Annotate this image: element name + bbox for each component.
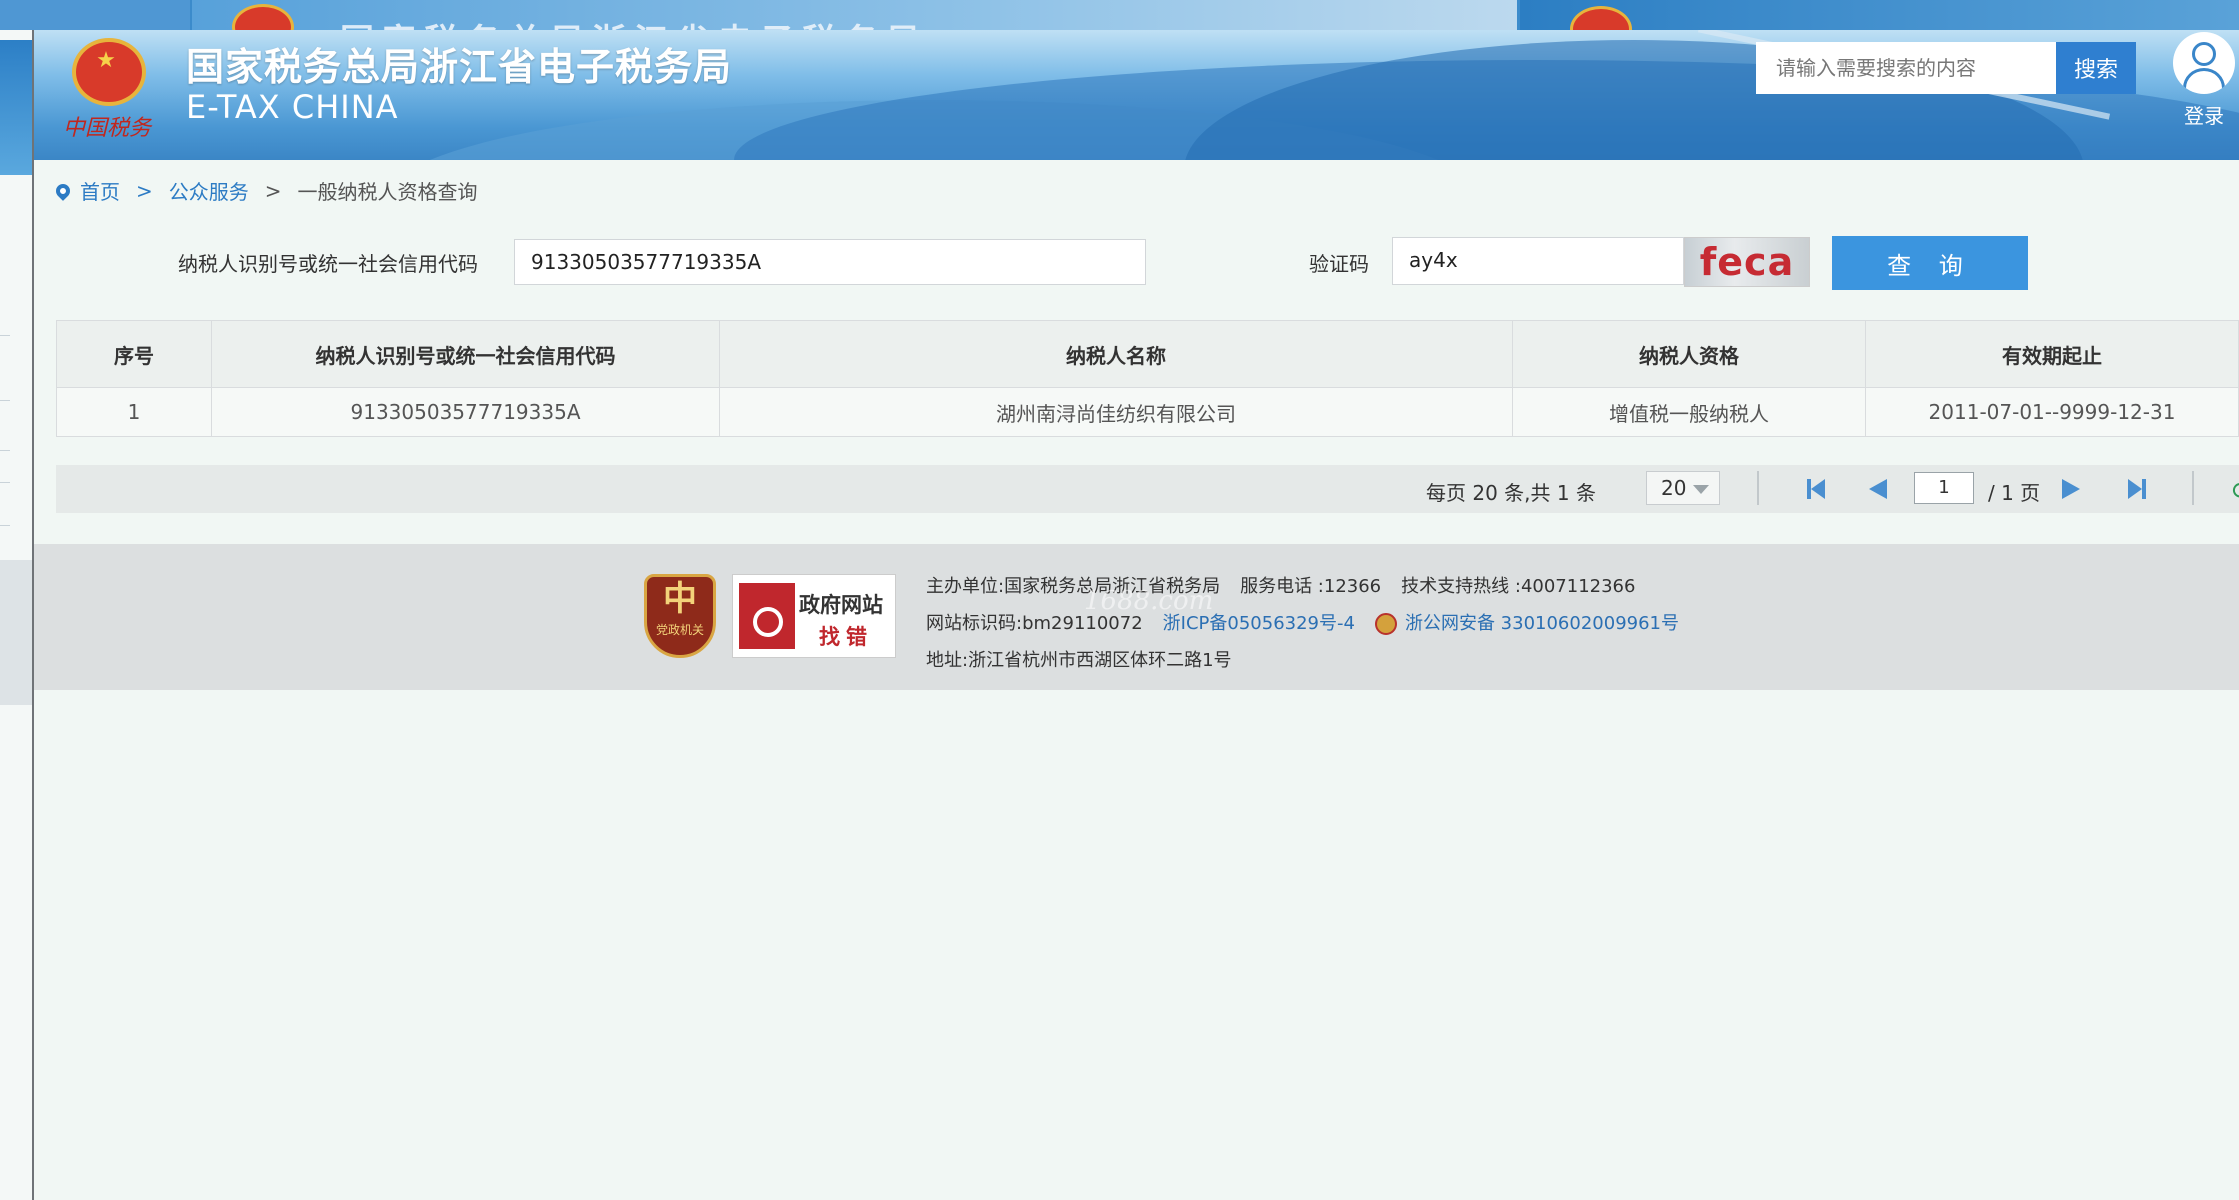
cell-taxpayer-name: 湖州南浔尚佳纺织有限公司 (719, 387, 1513, 437)
star-icon: ★ (96, 48, 116, 73)
tax-emblem-logo[interactable]: ★ 中国税务 (62, 38, 152, 141)
location-pin-icon (53, 180, 73, 201)
page-number-input[interactable]: 1 (1914, 472, 1974, 504)
watermark: 1688.com (1084, 586, 1214, 616)
next-page-icon[interactable] (2062, 479, 2080, 499)
breadcrumb: 首页 > 公众服务 > 一般纳税人资格查询 (53, 176, 478, 205)
breadcrumb-section-link[interactable]: 公众服务 (169, 176, 249, 205)
table-header-row: 序号 纳税人识别号或统一社会信用代码 纳税人名称 纳税人资格 有效期起止 (56, 320, 2239, 388)
site-search: 搜索 (1756, 42, 2136, 94)
captcha-image[interactable]: feca (1684, 237, 1810, 287)
search-input[interactable] (1756, 42, 2056, 94)
cell-taxpayer-id: 91330503577719335A (211, 387, 720, 437)
background-window-top: 国家税务总局浙江省电子税务局 (0, 0, 2239, 30)
background-window-panel (0, 560, 32, 705)
refresh-icon[interactable]: ⟳ (2232, 477, 2239, 505)
taxpayer-id-label: 纳税人识别号或统一社会信用代码 (178, 252, 478, 276)
brand-script: 中国税务 (62, 116, 151, 141)
magnifier-icon (753, 607, 783, 637)
column-header-taxpayer-id: 纳税人识别号或统一社会信用代码 (211, 320, 720, 388)
pagination-summary: 每页 20 条,共 1 条 (1426, 481, 1596, 505)
public-security-link[interactable]: 浙公网安备 33010602009961号 (1405, 613, 1679, 634)
first-page-icon[interactable] (1807, 479, 1827, 499)
site-title: 国家税务总局浙江省电子税务局 (186, 45, 733, 89)
gov-site-error-report-badge[interactable]: 政府网站 找错 (732, 574, 896, 658)
cell-qualification: 增值税一般纳税人 (1512, 387, 1866, 437)
footer-address-line: 地址:浙江省杭州市西湖区体环二路1号 (926, 650, 1232, 671)
user-icon (2173, 32, 2235, 94)
total-pages: / 1 页 (1988, 481, 2041, 505)
prev-page-icon[interactable] (1869, 479, 1887, 499)
column-header-taxpayer-name: 纳税人名称 (719, 320, 1513, 388)
badge-emblem-icon: 中 (663, 579, 697, 619)
police-badge-icon (1374, 613, 1397, 635)
captcha-input[interactable]: ay4x (1392, 237, 1684, 285)
chevron-down-icon (1693, 485, 1709, 494)
login-label: 登录 (2184, 104, 2224, 128)
breadcrumb-current: 一般纳税人资格查询 (297, 180, 478, 204)
result-table: 序号 纳税人识别号或统一社会信用代码 纳税人名称 纳税人资格 有效期起止 1 9… (56, 320, 2239, 437)
footer-support: 4007112366 (1520, 576, 1636, 597)
site-header: ★ 中国税务 国家税务总局浙江省电子税务局 E-TAX CHINA 搜索 登录 (34, 30, 2239, 160)
footer-phone: 12366 (1323, 576, 1382, 597)
page-size-value: 20 (1661, 476, 1687, 500)
pager-divider (2192, 471, 2194, 505)
background-window-edge (0, 0, 34, 1200)
login-button[interactable]: 登录 (2170, 32, 2238, 132)
taxpayer-id-input[interactable]: 91330503577719335A (514, 239, 1146, 285)
footer-host-line: 主办单位:国家税务总局浙江省税务局 服务电话 :12366 技术支持热线 :4007… (926, 576, 1636, 597)
breadcrumb-separator: > (136, 178, 153, 203)
breadcrumb-separator: > (264, 178, 282, 203)
captcha-label: 验证码 (1309, 252, 1369, 276)
query-button[interactable]: 查 询 (1832, 236, 2028, 290)
background-window-title: 国家税务总局浙江省电子税务局 (340, 14, 928, 30)
column-header-qualification: 纳税人资格 (1512, 320, 1866, 388)
badge-label: 党政机关 (655, 623, 704, 637)
table-row: 1 91330503577719335A 湖州南浔尚佳纺织有限公司 增值税一般纳… (56, 387, 2239, 437)
site-subtitle: E-TAX CHINA (186, 88, 399, 126)
footer-registration-line: 网站标识码:bm29110072 浙ICP备05056329号-4 浙公网安备 33… (926, 613, 1680, 635)
column-header-index: 序号 (56, 320, 212, 388)
icp-link[interactable]: 浙ICP备05056329号-4 (1163, 613, 1355, 634)
footer-site-id: bm29110072 (1022, 613, 1143, 634)
background-window-header (0, 40, 32, 175)
column-header-validity: 有效期起止 (1865, 320, 2239, 388)
footer-address: 浙江省杭州市西湖区体环二路1号 (968, 650, 1232, 671)
cell-validity: 2011-07-01--9999-12-31 (1865, 387, 2239, 437)
breadcrumb-home-link[interactable]: 首页 (80, 176, 120, 205)
badge-subtitle: 找错 (819, 625, 873, 649)
party-government-badge[interactable]: 中 党政机关 (644, 574, 716, 658)
pager-divider (1757, 471, 1759, 505)
pagination-bar: 每页 20 条,共 1 条 20 1 / 1 页 ⟳ (56, 465, 2239, 513)
cell-index: 1 (56, 387, 212, 437)
search-button[interactable]: 搜索 (2056, 42, 2136, 94)
last-page-icon[interactable] (2128, 479, 2148, 499)
page-size-select[interactable]: 20 (1646, 471, 1720, 505)
site-footer: 中 党政机关 政府网站 找错 主办单位:国家税务总局浙江省税务局 服务电话 :12… (34, 544, 2239, 690)
main-window: ★ 中国税务 国家税务总局浙江省电子税务局 E-TAX CHINA 搜索 登录 … (34, 30, 2239, 1200)
badge-title: 政府网站 (799, 593, 883, 617)
